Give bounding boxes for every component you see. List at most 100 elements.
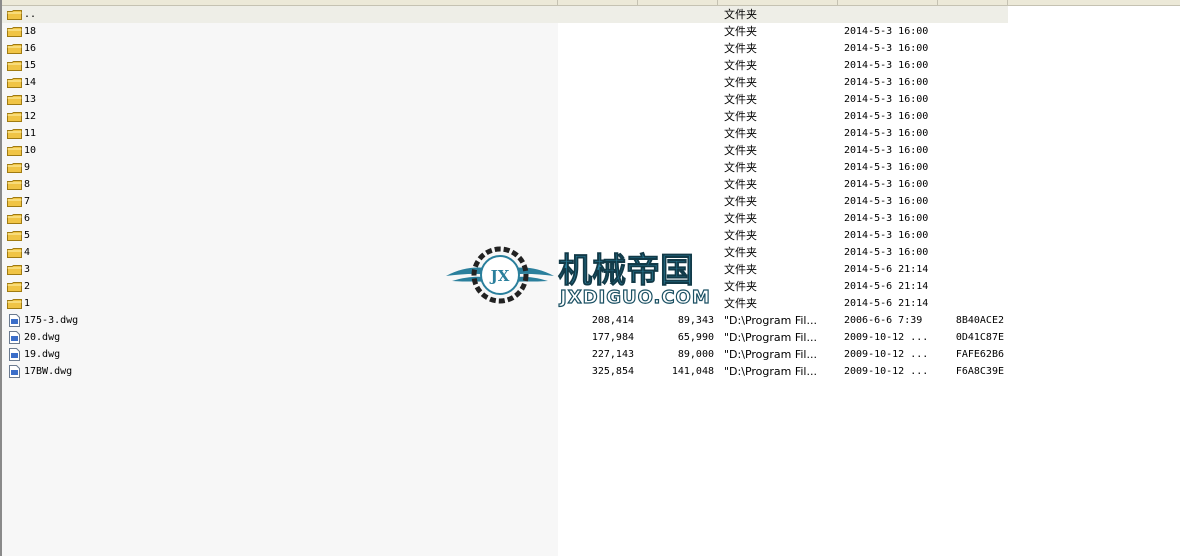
- folder-row[interactable]: 7 文件夹 2014-5-3 16:00: [2, 193, 1180, 210]
- folder-row[interactable]: 9 文件夹 2014-5-3 16:00: [2, 159, 1180, 176]
- item-name: 10: [24, 145, 37, 156]
- file-row[interactable]: 20.dwg 177,984 65,990 "D:\Program Fil... 200…: [2, 329, 1180, 346]
- folder-icon: [6, 23, 22, 40]
- folder-row[interactable]: 5 文件夹 2014-5-3 16:00: [2, 227, 1180, 244]
- folder-row[interactable]: 18 文件夹 2014-5-3 16:00: [2, 23, 1180, 40]
- folder-row[interactable]: 11 文件夹 2014-5-3 16:00: [2, 125, 1180, 142]
- folder-row[interactable]: 6 文件夹 2014-5-3 16:00: [2, 210, 1180, 227]
- file-row[interactable]: 175-3.dwg 208,414 89,343 "D:\Program Fil...…: [2, 312, 1180, 329]
- item-modified: [844, 6, 940, 23]
- folder-icon: [6, 295, 22, 312]
- item-type: 文件夹: [724, 76, 757, 89]
- item-packed-size: 65,990: [677, 332, 714, 343]
- item-type: 文件夹: [724, 229, 757, 242]
- item-crc: [944, 210, 1004, 227]
- dwg-file-icon: [6, 312, 22, 329]
- item-size: [558, 57, 634, 74]
- item-name: 13: [24, 94, 37, 105]
- item-crc: [944, 125, 1004, 142]
- dwg-file-icon: [6, 329, 22, 346]
- folder-icon: [6, 159, 22, 176]
- folder-icon: [6, 227, 22, 244]
- folder-icon: [6, 57, 22, 74]
- column-header-modified[interactable]: [838, 0, 938, 5]
- item-size: 208,414: [591, 315, 634, 326]
- item-modified: 2014-5-3 16:00: [844, 94, 929, 105]
- item-size: [558, 227, 634, 244]
- dwg-file-icon: [6, 363, 22, 380]
- item-modified: 2014-5-3 16:00: [844, 230, 929, 241]
- folder-row[interactable]: 10 文件夹 2014-5-3 16:00: [2, 142, 1180, 159]
- item-packed-size: [638, 6, 714, 23]
- item-size: [558, 210, 634, 227]
- item-name: 9: [24, 162, 31, 173]
- item-packed-size: [638, 57, 714, 74]
- item-type: 文件夹: [724, 25, 757, 38]
- item-name: 6: [24, 213, 31, 224]
- item-size: [558, 74, 634, 91]
- column-header-type[interactable]: [718, 0, 838, 5]
- folder-row[interactable]: 12 文件夹 2014-5-3 16:00: [2, 108, 1180, 125]
- folder-icon: [6, 6, 22, 23]
- item-crc: [944, 159, 1004, 176]
- item-name: 7: [24, 196, 31, 207]
- folder-row[interactable]: 8 文件夹 2014-5-3 16:00: [2, 176, 1180, 193]
- item-modified: 2009-10-12 ...: [844, 332, 929, 343]
- item-modified: 2014-5-3 16:00: [844, 213, 929, 224]
- item-name: 8: [24, 179, 31, 190]
- item-name: 15: [24, 60, 37, 71]
- item-type: "D:\Program Fil...: [724, 314, 817, 327]
- item-modified: 2014-5-3 16:00: [844, 111, 929, 122]
- item-modified: 2014-5-3 16:00: [844, 43, 929, 54]
- item-name: 11: [24, 128, 37, 139]
- folder-icon: [6, 108, 22, 125]
- folder-row[interactable]: 14 文件夹 2014-5-3 16:00: [2, 74, 1180, 91]
- folder-row[interactable]: 13 文件夹 2014-5-3 16:00: [2, 91, 1180, 108]
- item-size: [558, 176, 634, 193]
- item-modified: 2014-5-3 16:00: [844, 145, 929, 156]
- item-modified: 2009-10-12 ...: [844, 366, 929, 377]
- folder-row[interactable]: 16 文件夹 2014-5-3 16:00: [2, 40, 1180, 57]
- folder-icon: [6, 91, 22, 108]
- item-crc: 0D41C87E: [955, 332, 1004, 343]
- column-header-crc[interactable]: [938, 0, 1008, 5]
- item-type: "D:\Program Fil...: [724, 365, 817, 378]
- column-header-packed[interactable]: [638, 0, 718, 5]
- item-name: ..: [24, 9, 37, 20]
- folder-row[interactable]: 15 文件夹 2014-5-3 16:00: [2, 57, 1180, 74]
- item-modified: 2014-5-6 21:14: [844, 281, 929, 292]
- folder-row[interactable]: .. 文件夹: [2, 6, 1180, 23]
- folder-icon: [6, 278, 22, 295]
- column-header-size[interactable]: [558, 0, 638, 5]
- folder-icon: [6, 244, 22, 261]
- item-crc: [944, 108, 1004, 125]
- watermark-url: JXDIGUO.COM: [558, 287, 711, 308]
- jxdiguo-watermark: JX 机械帝国 JXDIGUO.COM: [446, 246, 711, 308]
- item-modified: 2006-6-6 7:39: [844, 315, 923, 326]
- item-crc: [944, 261, 1004, 278]
- item-size: [558, 159, 634, 176]
- folder-icon: [6, 176, 22, 193]
- watermark-title: 机械帝国: [558, 251, 694, 291]
- item-size: [558, 108, 634, 125]
- item-crc: [944, 23, 1004, 40]
- item-crc: [944, 6, 1004, 23]
- item-crc: [944, 295, 1004, 312]
- item-size: [558, 193, 634, 210]
- item-type: "D:\Program Fil...: [724, 331, 817, 344]
- item-crc: [944, 278, 1004, 295]
- item-crc: [944, 91, 1004, 108]
- item-name: 17BW.dwg: [24, 366, 73, 377]
- file-row[interactable]: 19.dwg 227,143 89,000 "D:\Program Fil... 200…: [2, 346, 1180, 363]
- item-modified: 2014-5-3 16:00: [844, 77, 929, 88]
- dwg-file-icon: [6, 346, 22, 363]
- item-type: 文件夹: [724, 178, 757, 191]
- column-header-name[interactable]: [2, 0, 558, 5]
- folder-icon: [6, 210, 22, 227]
- item-crc: [944, 142, 1004, 159]
- item-size: [558, 125, 634, 142]
- watermark-badge: JX: [489, 267, 510, 285]
- file-row[interactable]: 17BW.dwg 325,854 141,048 "D:\Program Fil...…: [2, 363, 1180, 380]
- item-crc: 8B40ACE2: [955, 315, 1004, 326]
- item-modified: 2014-5-6 21:14: [844, 264, 929, 275]
